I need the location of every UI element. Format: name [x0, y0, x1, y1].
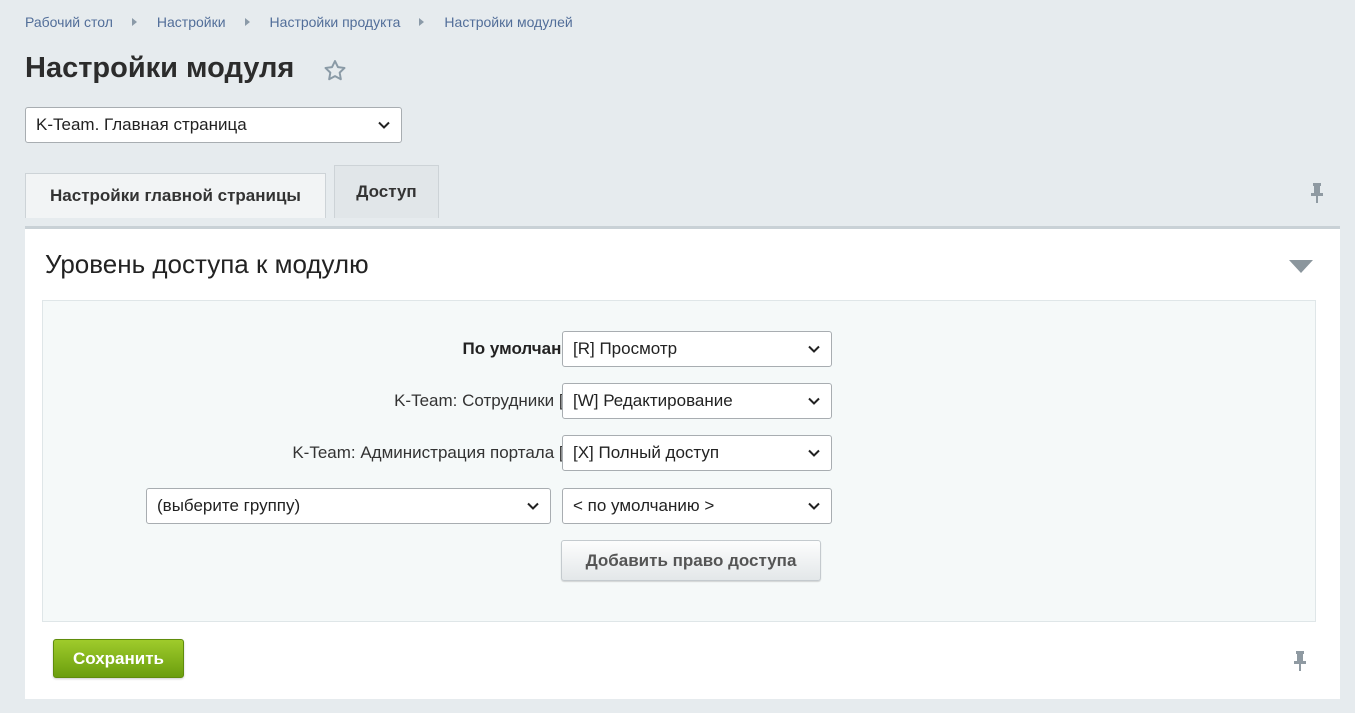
- group-select[interactable]: (выберите группу): [146, 488, 551, 524]
- breadcrumb-settings[interactable]: Настройки: [157, 14, 226, 30]
- group-employees-name: K-Team: Сотрудники [: [394, 391, 564, 410]
- page-title: Настройки модуля: [25, 52, 295, 84]
- default-access-select[interactable]: [R] Просмотр: [562, 331, 832, 367]
- tab-access[interactable]: Доступ: [334, 165, 439, 218]
- breadcrumb-separator-icon: [419, 18, 425, 26]
- save-button[interactable]: Сохранить: [53, 639, 184, 678]
- breadcrumb-separator-icon: [244, 18, 250, 26]
- chevron-down-icon: [808, 502, 820, 510]
- breadcrumb-product-settings[interactable]: Настройки продукта: [270, 14, 401, 30]
- add-access-right-button[interactable]: Добавить право доступа: [561, 540, 821, 581]
- group-admins-name: K-Team: Администрация портала [: [292, 443, 564, 462]
- group-employees-access-value: [W] Редактирование: [573, 391, 733, 410]
- chevron-down-icon: [527, 502, 539, 510]
- breadcrumb-desktop[interactable]: Рабочий стол: [25, 14, 113, 30]
- pin-icon[interactable]: [1310, 182, 1324, 204]
- group-admins-label: K-Team: Администрация портала [13]:: [292, 443, 592, 463]
- collapse-triangle-icon[interactable]: [1289, 260, 1313, 273]
- group-select-value: (выберите группу): [157, 496, 301, 515]
- new-right-select-value: < по умолчанию >: [573, 496, 715, 515]
- group-admins-access-select[interactable]: [X] Полный доступ: [562, 435, 832, 471]
- tab-main-page-settings[interactable]: Настройки главной страницы: [25, 173, 326, 218]
- breadcrumb-module-settings[interactable]: Настройки модулей: [444, 14, 572, 30]
- module-select-value: K-Team. Главная страница: [36, 115, 247, 134]
- module-select[interactable]: K-Team. Главная страница: [25, 107, 402, 143]
- group-employees-access-select[interactable]: [W] Редактирование: [562, 383, 832, 419]
- pin-icon[interactable]: [1293, 650, 1307, 672]
- section-title: Уровень доступа к модулю: [45, 249, 369, 279]
- new-right-select[interactable]: < по умолчанию >: [562, 488, 832, 524]
- chevron-down-icon: [378, 121, 390, 129]
- star-icon[interactable]: [322, 58, 348, 84]
- chevron-down-icon: [808, 449, 820, 457]
- breadcrumb-separator-icon: [131, 18, 137, 26]
- breadcrumb: Рабочий стол Настройки Настройки продукт…: [25, 14, 573, 30]
- chevron-down-icon: [808, 397, 820, 405]
- default-access-value: [R] Просмотр: [573, 339, 678, 358]
- chevron-down-icon: [808, 345, 820, 353]
- group-admins-access-value: [X] Полный доступ: [573, 443, 720, 462]
